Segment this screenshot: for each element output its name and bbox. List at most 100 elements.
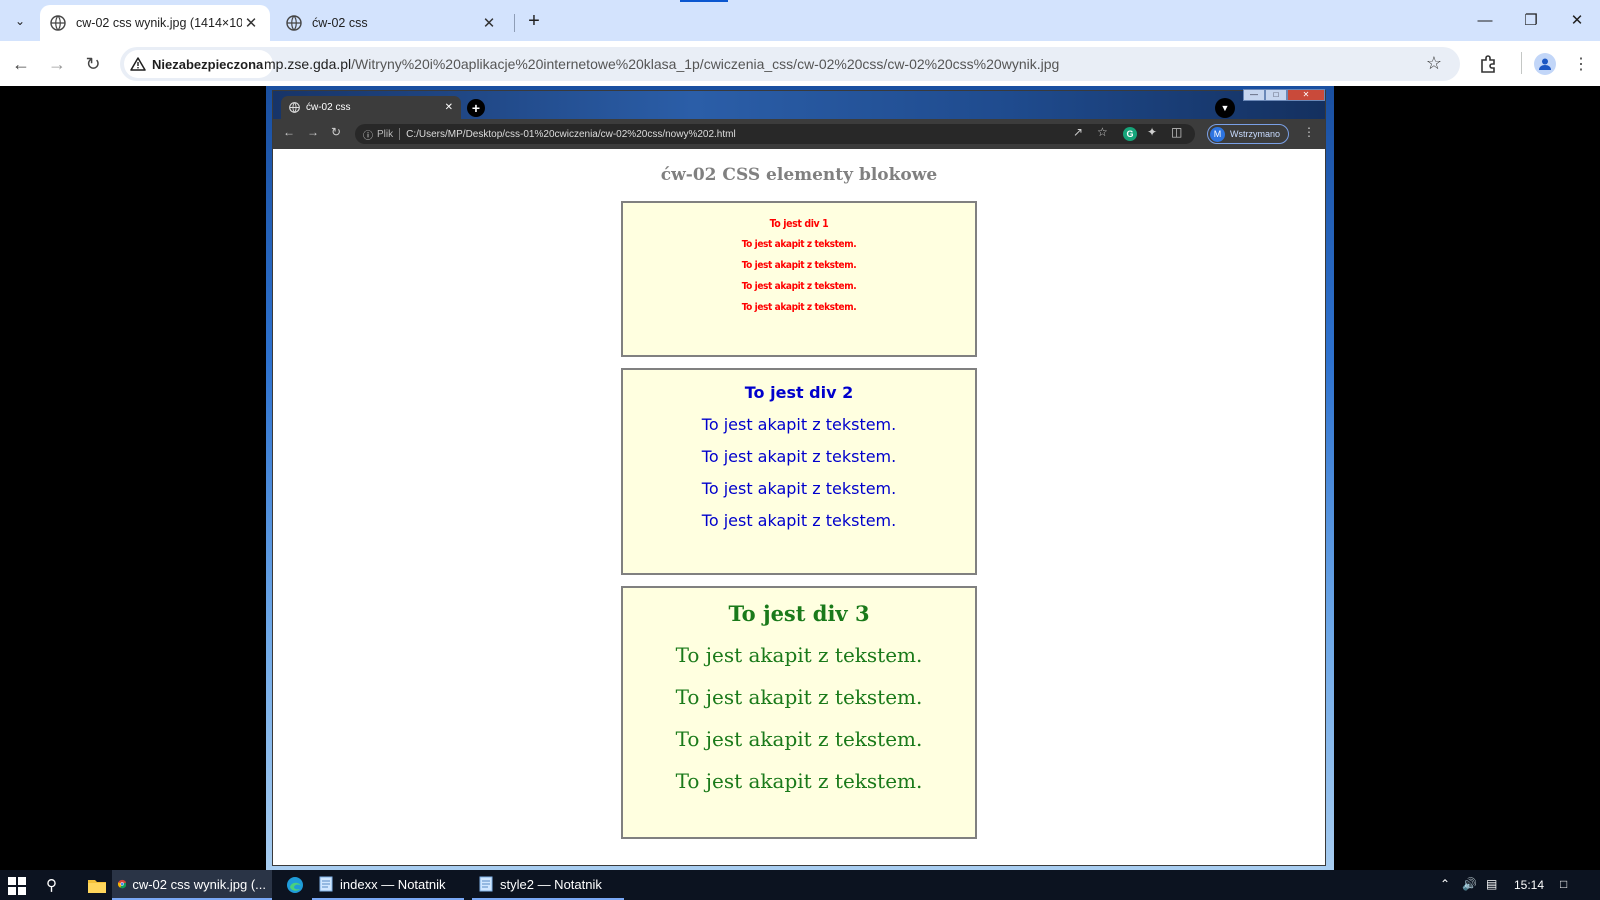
url-path: /Witryny%20i%20aplikacje%20internetowe%2… [351,56,1060,72]
tab-cw-02-css[interactable]: ćw-02 css ✕ [276,5,508,41]
inner-back-icon: ← [283,125,295,139]
globe-icon [50,15,66,31]
inner-restore-icon: □ [1265,89,1287,101]
windows-start-icon[interactable] [8,877,26,895]
inner-toolbar: ← → ↻ ⓘ Plik C:/Users/MP/Desktop/css-01%… [273,119,1325,149]
inner-new-tab-icon: + [467,99,485,117]
inner-url-text: C:/Users/MP/Desktop/css-01%20cwiczenia/c… [406,128,736,140]
div-1-paragraph: To jest akapit z tekstem. [741,260,857,271]
chrome-icon [118,879,127,889]
page-heading: ćw-02 CSS elementy blokowe [660,165,938,185]
reload-icon[interactable]: ↻ [78,49,108,79]
tab-close-icon[interactable]: ✕ [480,14,498,32]
inner-profile-avatar: M [1209,126,1225,142]
div-3-paragraph: To jest akapit z tekstem. [675,769,923,793]
forward-arrow-icon[interactable]: → [42,49,72,79]
toolbar-divider [1521,52,1522,74]
inner-info-icon: ⓘ [363,130,373,142]
tab-title: cw-02 css wynik.jpg (1414×103 [76,16,242,30]
taskbar-app-label: indexx — Notatnik [340,876,446,892]
security-label: Niezabezpieczona [152,56,264,72]
inner-star-icon: ☆ [1097,125,1108,139]
notepad-icon [479,876,493,892]
inner-sidepanel-icon: ◫ [1171,125,1183,139]
inner-share-icon: ↗ [1073,125,1084,139]
notifications-icon[interactable]: □ [1560,877,1567,891]
div-1-box: To jest div 1 To jest akapit z tekstem. … [621,201,977,357]
div-3-paragraph: To jest akapit z tekstem. [675,685,923,709]
taskbar-app-chrome[interactable]: cw-02 css wynik.jpg (... [112,870,272,900]
clock[interactable]: 15:14 [1514,878,1544,892]
tab-search-dropdown-icon[interactable]: ⌄ [6,7,34,35]
div-2-paragraph: To jest akapit z tekstem. [701,447,897,466]
tab-cw-02-wynik[interactable]: cw-02 css wynik.jpg (1414×103 ✕ [40,5,270,41]
globe-icon [286,15,302,31]
url-host: mp.zse.gda.pl [264,56,352,72]
volume-icon[interactable]: 🔊 [1462,877,1477,891]
inner-tab: ćw-02 css ✕ [281,96,461,119]
div-3-title: To jest div 3 [728,601,870,626]
file-explorer-icon[interactable] [82,870,112,900]
displayed-image: ćw-02 css ✕ + ▼ — □ ✕ ← → ↻ ⓘ Plik C:/Us… [266,86,1334,870]
inner-close-icon: ✕ [1287,89,1325,101]
browser-toolbar: ← → ↻ Niezabezpieczona mp.zse.gda.pl/Wit… [0,41,1600,86]
warning-triangle-icon [130,57,146,71]
restore-icon[interactable]: ❐ [1508,0,1554,40]
inner-menu-icon: ⋮ [1303,125,1315,139]
globe-icon [289,102,300,113]
inner-minimize-icon: — [1243,89,1265,101]
div-3-box: To jest div 3 To jest akapit z tekstem. … [621,586,977,839]
tab-strip-indicator [680,0,728,2]
minimize-icon[interactable]: — [1462,0,1508,40]
div-2-paragraph: To jest akapit z tekstem. [701,415,897,434]
profile-icon[interactable] [1530,49,1560,79]
div-1-paragraph: To jest akapit z tekstem. [741,281,857,292]
inner-tab-strip: ćw-02 css ✕ + ▼ — □ ✕ [273,89,1325,119]
taskbar-app-notepad-style2[interactable]: style2 — Notatnik [472,870,624,900]
tab-close-icon[interactable]: ✕ [242,14,260,32]
inner-tab-close-icon: ✕ [444,102,453,113]
security-chip[interactable]: Niezabezpieczona [124,50,274,78]
close-window-icon[interactable]: ✕ [1554,0,1600,40]
edge-icon[interactable] [280,870,310,900]
inner-file-chip: Plik [377,128,394,140]
div-1-paragraph: To jest akapit z tekstem. [741,239,857,250]
inner-forward-icon: → [307,125,319,139]
taskbar: ⚲ cw-02 css wynik.jpg (... indexx — Nota… [0,870,1600,900]
back-arrow-icon[interactable]: ← [6,49,36,79]
inner-tab-title: ćw-02 css [306,102,351,113]
taskbar-app-label: style2 — Notatnik [500,876,602,892]
taskbar-app-notepad-indexx[interactable]: indexx — Notatnik [312,870,464,900]
extensions-puzzle-icon[interactable] [1473,49,1503,79]
taskbar-app-label: cw-02 css wynik.jpg (... [132,876,266,892]
search-icon[interactable]: ⚲ [46,876,57,894]
div-3-paragraph: To jest akapit z tekstem. [675,643,923,667]
inner-address-bar: ⓘ Plik C:/Users/MP/Desktop/css-01%20cwic… [355,124,1195,144]
tab-title: ćw-02 css [312,16,368,30]
inner-reload-icon: ↻ [331,125,342,139]
div-2-paragraph: To jest akapit z tekstem. [701,511,897,530]
inner-extensions-icon: ✦ [1147,125,1158,139]
div-2-paragraph: To jest akapit z tekstem. [701,479,897,498]
tray-chevron-up-icon[interactable]: ⌃ [1440,877,1450,891]
url-text[interactable]: mp.zse.gda.pl/Witryny%20i%20aplikacje%20… [264,56,1059,72]
div-2-title: To jest div 2 [744,383,854,402]
menu-kebab-icon[interactable]: ⋮ [1566,49,1596,79]
div-3-paragraph: To jest akapit z tekstem. [675,727,923,751]
div-1-title: To jest div 1 [769,218,829,230]
network-icon[interactable]: ▤ [1486,877,1497,891]
div-1-paragraph: To jest akapit z tekstem. [741,302,857,313]
div-2-box: To jest div 2 To jest akapit z tekstem. … [621,368,977,575]
inner-profile-status: Wstrzymano [1229,129,1280,139]
inner-profile-chip: M Wstrzymano [1206,124,1289,144]
tab-strip: ⌄ cw-02 css wynik.jpg (1414×103 ✕ ćw-02 … [0,0,1600,41]
notepad-icon [319,876,333,892]
grammarly-icon: G [1123,127,1137,141]
bookmark-star-icon[interactable]: ☆ [1426,53,1442,74]
inner-browser-window: ćw-02 css ✕ + ▼ — □ ✕ ← → ↻ ⓘ Plik C:/Us… [272,89,1326,866]
inner-tab-search-icon: ▼ [1215,98,1235,118]
address-bar[interactable]: Niezabezpieczona mp.zse.gda.pl/Witryny%2… [120,47,1460,81]
new-tab-plus-icon[interactable]: + [520,7,548,35]
inner-url-separator [399,128,401,140]
tab-separator [514,14,515,32]
